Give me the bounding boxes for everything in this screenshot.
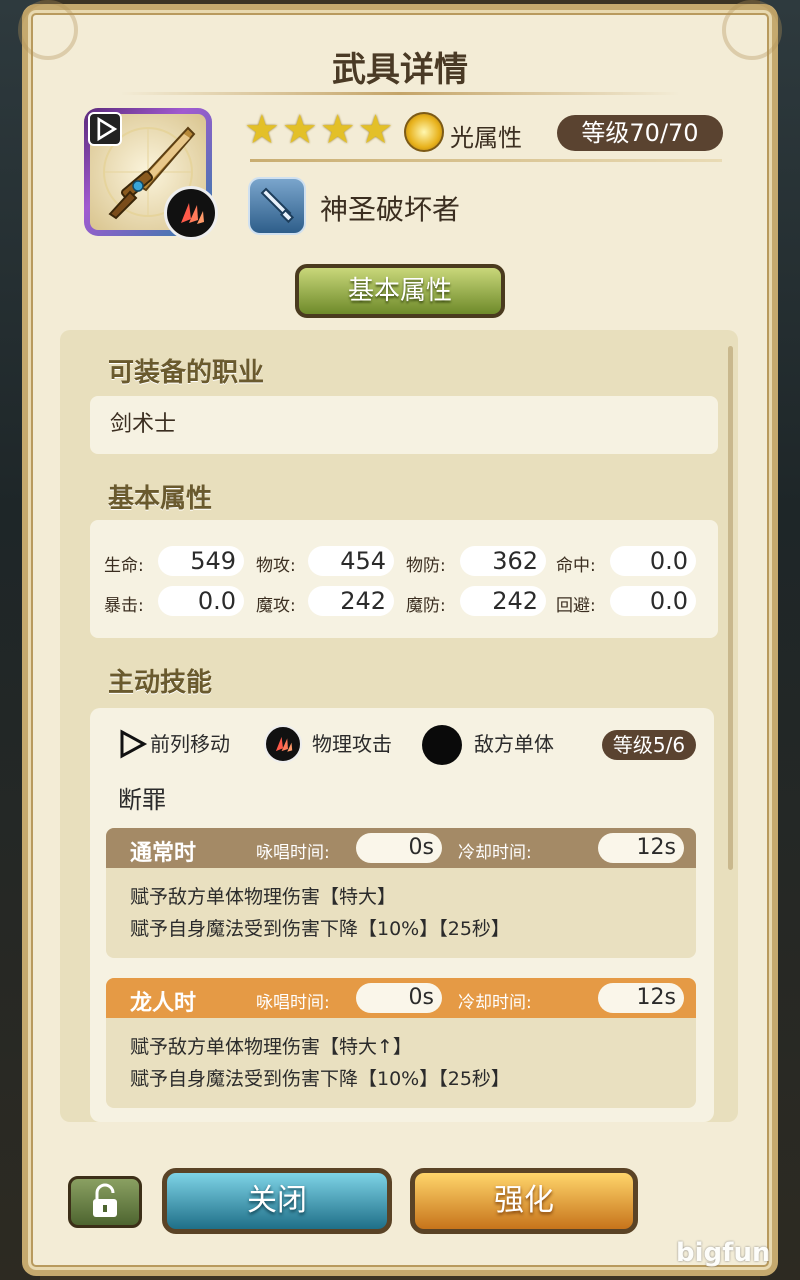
title-divider [120, 92, 680, 95]
close-button[interactable]: 关闭 [162, 1168, 392, 1234]
weapon-name: 神圣破坏者 [320, 193, 461, 226]
basic-stats-title: 基本属性 [108, 484, 213, 514]
star-icon: ★ [281, 107, 318, 153]
mode-header: 通常时 咏唱时间: 0s 冷却时间: 12s [106, 828, 696, 868]
stat-label: 暴击: [104, 596, 144, 616]
skill-level-badge: 等级5/6 [602, 730, 696, 760]
mode-description: 赋予敌方单体物理伤害【特大↑】 [130, 1036, 412, 1058]
light-attribute-icon [404, 112, 444, 152]
cooldown-label: 冷却时间: [458, 993, 532, 1013]
header-divider [250, 159, 722, 162]
stat-value: 549 [158, 546, 244, 576]
lock-button[interactable] [68, 1176, 142, 1228]
physical-attack-icon [164, 186, 218, 240]
star-icon: ★ [357, 107, 394, 153]
active-skill-title: 主动技能 [108, 668, 213, 698]
stat-value: 242 [460, 586, 546, 616]
page-title: 武具详情 [332, 50, 468, 90]
cast-time-label: 咏唱时间: [256, 843, 330, 863]
mode-description: 赋予自身魔法受到伤害下降【10%】【25秒】 [130, 918, 510, 940]
mode-title: 通常时 [130, 841, 197, 866]
weapon-level-badge: 等级70/70 [557, 115, 723, 151]
unlock-icon [93, 1183, 117, 1217]
stat-label: 物防: [406, 556, 446, 576]
watermark: bigfun [676, 1238, 771, 1268]
single-enemy-icon [422, 725, 462, 765]
sword-type-icon [248, 177, 306, 235]
job-value: 剑术士 [90, 396, 718, 454]
stat-label: 回避: [556, 596, 596, 616]
tab-basic-attributes[interactable]: 基本属性 [295, 264, 505, 318]
stat-label: 魔攻: [256, 596, 296, 616]
skill-tag-target: 敌方单体 [474, 732, 554, 756]
cast-time-value: 0s [356, 833, 442, 863]
skill-name: 断罪 [118, 786, 166, 814]
stat-label: 命中: [556, 556, 596, 576]
skill-mode-dragon: 龙人时 咏唱时间: 0s 冷却时间: 12s 赋予敌方单体物理伤害【特大↑】 赋… [106, 978, 696, 1108]
stat-label: 生命: [104, 556, 144, 576]
cast-time-label: 咏唱时间: [256, 993, 330, 1013]
cast-time-value: 0s [356, 983, 442, 1013]
mode-header: 龙人时 咏唱时间: 0s 冷却时间: 12s [106, 978, 696, 1018]
skill-tag-move: 前列移动 [150, 732, 230, 756]
physical-attack-icon [264, 725, 302, 763]
stats-box [90, 520, 718, 638]
stat-value: 362 [460, 546, 546, 576]
stat-value: 242 [308, 586, 394, 616]
play-icon [88, 112, 122, 146]
stat-label: 魔防: [406, 596, 446, 616]
star-icon: ★ [319, 107, 356, 153]
star-icon: ★ [244, 107, 280, 153]
rarity-stars: ★ ★ ★ ★ [244, 110, 393, 150]
stat-value: 0.0 [610, 586, 696, 616]
skill-tag-attack: 物理攻击 [312, 732, 392, 756]
scrollbar[interactable] [728, 346, 733, 870]
stat-value: 454 [308, 546, 394, 576]
cooldown-label: 冷却时间: [458, 843, 532, 863]
attribute-label: 光属性 [450, 124, 522, 152]
mode-description: 赋予自身魔法受到伤害下降【10%】【25秒】 [130, 1068, 510, 1090]
mode-title: 龙人时 [130, 991, 197, 1016]
stat-value: 0.0 [158, 586, 244, 616]
upgrade-button[interactable]: 强化 [410, 1168, 638, 1234]
mode-description: 赋予敌方单体物理伤害【特大】 [130, 886, 397, 908]
cooldown-value: 12s [598, 833, 684, 863]
equippable-jobs-title: 可装备的职业 [108, 358, 265, 388]
skill-mode-normal: 通常时 咏唱时间: 0s 冷却时间: 12s 赋予敌方单体物理伤害【特大】 赋予… [106, 828, 696, 958]
play-icon [116, 727, 150, 761]
stat-label: 物攻: [256, 556, 296, 576]
cooldown-value: 12s [598, 983, 684, 1013]
stat-value: 0.0 [610, 546, 696, 576]
